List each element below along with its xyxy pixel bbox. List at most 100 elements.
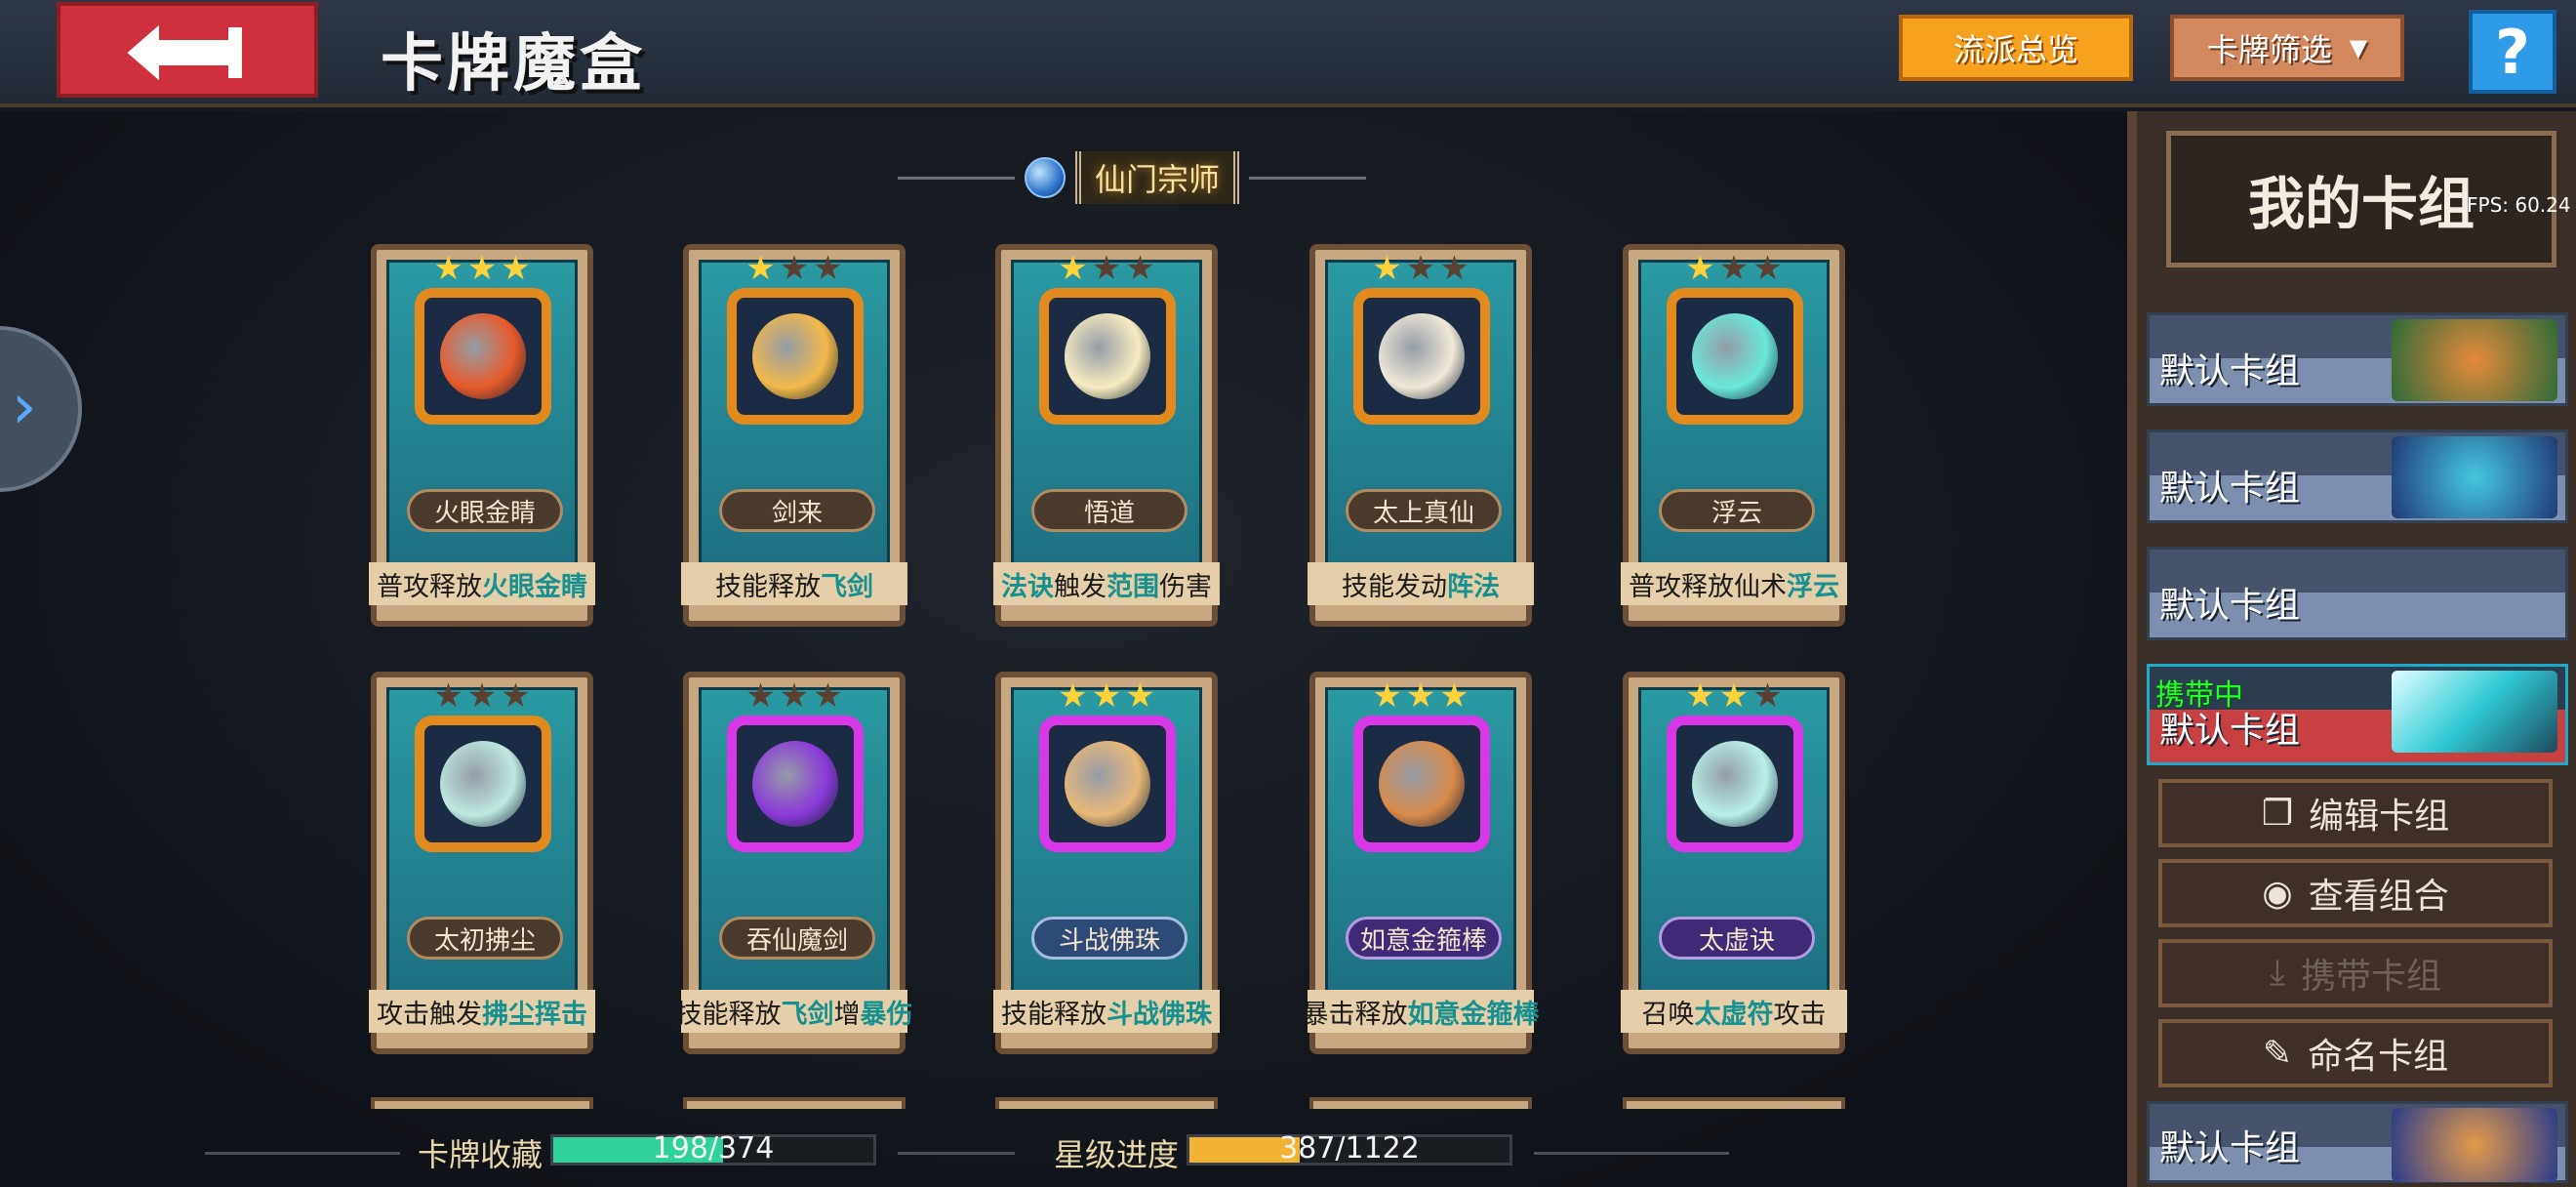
deck-name: 默认卡组: [2159, 1128, 2301, 1168]
card-stars: ★ ★ ★: [389, 676, 575, 716]
top-bar: 卡牌魔盒 流派总览 卡牌筛选 ▼ ?: [0, 0, 2576, 107]
deck-slot-2[interactable]: 默认卡组: [2147, 430, 2568, 523]
card-face: ★ ★ ★ 悟道: [1011, 249, 1202, 582]
star-icon: ★: [1372, 249, 1402, 288]
back-arrow-icon: [127, 24, 242, 81]
carry-deck-button[interactable]: ⤓ 携带卡组: [2158, 939, 2553, 1007]
card-art: [752, 741, 838, 827]
deck-slot-4-active[interactable]: 携带中 默认卡组: [2147, 664, 2568, 765]
rename-deck-button[interactable]: ✎ 命名卡组: [2158, 1019, 2553, 1087]
card-stars: ★ ★ ★: [1014, 249, 1199, 288]
star-icon: ★: [813, 249, 843, 288]
card-name: 斗战佛珠: [1031, 917, 1187, 960]
card-face: ★ ★ ★ 太初拂尘: [386, 676, 578, 1009]
eye-icon: ◉: [2262, 873, 2293, 914]
card-item-partial: [1623, 1097, 1845, 1109]
card-stars: ★ ★ ★: [702, 249, 887, 288]
card-item[interactable]: ★ ★ ★ 如意金箍棒 暴击释放 如意金箍棒: [1303, 672, 1540, 1054]
card-description-part: 飞剑: [821, 571, 873, 602]
collection-label: 卡牌收藏: [418, 1136, 543, 1173]
card-face: ★ ★ ★ 如意金箍棒: [1325, 676, 1516, 1009]
card-item[interactable]: ★ ★ ★ 太初拂尘 攻击触发 拂尘挥击: [369, 672, 595, 1054]
page-title: 卡牌魔盒: [381, 28, 646, 101]
card-art-frame: [727, 288, 864, 425]
card-item[interactable]: ★ ★ ★ 浮云 普攻释放仙术 浮云: [1621, 244, 1847, 627]
star-icon: ★: [779, 676, 810, 716]
star-icon: ★: [1718, 249, 1750, 288]
card-description: 攻击触发 拂尘挥击: [369, 990, 595, 1033]
card-art-frame: [1039, 716, 1176, 852]
back-button[interactable]: [57, 2, 318, 98]
deck-thumbnail: [2392, 1108, 2557, 1182]
star-icon: ★: [1718, 676, 1750, 716]
divider: [205, 1152, 400, 1155]
pencil-icon: ✎: [2262, 1033, 2293, 1074]
card-item[interactable]: ★ ★ ★ 斗战佛珠 技能释放 斗战佛珠: [993, 672, 1220, 1054]
overview-button[interactable]: 流派总览: [1899, 15, 2133, 81]
orb-icon: [1024, 157, 1066, 198]
card-item[interactable]: ★ ★ ★ 火眼金睛 普攻释放 火眼金睛: [369, 244, 595, 627]
card-description-part: 技能发动: [1342, 571, 1447, 602]
star-progress-label: 星级进度: [1054, 1136, 1180, 1173]
question-icon: ?: [2495, 16, 2530, 88]
card-name: 太上真仙: [1346, 489, 1502, 532]
card-art-frame: [1667, 716, 1803, 852]
card-item[interactable]: ★ ★ ★ 吞仙魔剑 技能释放 飞剑增暴伤: [676, 672, 913, 1054]
deck-slot-5[interactable]: 默认卡组: [2147, 1101, 2568, 1183]
collection-progress: 198/374: [550, 1131, 876, 1166]
star-icon: ★: [1439, 676, 1469, 716]
card-item[interactable]: ★ ★ ★ 太上真仙 技能发动 阵法: [1308, 244, 1534, 627]
star-count: 387/1122: [1279, 1131, 1420, 1166]
star-icon: ★: [466, 676, 498, 716]
deck-slot-1[interactable]: 默认卡组: [2147, 312, 2568, 406]
star-icon: ★: [1752, 676, 1783, 716]
star-icon: ★: [779, 249, 810, 288]
card-description-part: 火眼金睛: [482, 571, 587, 602]
card-stars: ★ ★ ★: [702, 676, 887, 716]
card-name: 悟道: [1031, 489, 1187, 532]
card-description-part: 普攻释放仙术: [1629, 571, 1787, 602]
card-description-part: 技能释放: [715, 571, 821, 602]
card-item-partial: [995, 1097, 1218, 1109]
card-item[interactable]: ★ ★ ★ 悟道 法诀 触发 范围 伤害: [993, 244, 1220, 627]
card-art-frame: [1039, 288, 1176, 425]
card-description-part: 范围: [1107, 571, 1159, 602]
side-expand-button[interactable]: ›: [0, 326, 82, 492]
deck-slot-3[interactable]: 默认卡组: [2147, 547, 2568, 640]
card-description-part: 飞剑: [781, 999, 834, 1030]
edit-deck-button[interactable]: ❐ 编辑卡组: [2158, 779, 2553, 847]
star-icon: ★: [1091, 249, 1122, 288]
star-icon: ★: [1405, 249, 1436, 288]
card-description: 普攻释放 火眼金睛: [369, 562, 595, 605]
card-description: 技能释放 飞剑: [681, 562, 907, 605]
divider: [898, 1152, 1015, 1155]
card-art: [752, 313, 838, 399]
card-art: [1692, 741, 1778, 827]
divider: [897, 176, 1015, 180]
star-icon: ★: [1058, 676, 1088, 716]
star-icon: ★: [433, 676, 463, 716]
card-item-partial: [371, 1097, 593, 1109]
star-progress: 387/1122: [1187, 1131, 1512, 1166]
card-art-frame: [1667, 288, 1803, 425]
view-combo-button[interactable]: ◉ 查看组合: [2158, 859, 2553, 927]
card-description-part: 攻击: [1773, 999, 1827, 1030]
star-icon: ★: [1685, 249, 1715, 288]
card-item[interactable]: ★ ★ ★ 太虚诀 召唤 太虚符 攻击: [1621, 672, 1847, 1054]
deck-name: 默认卡组: [2159, 586, 2301, 626]
card-item[interactable]: ★ ★ ★ 剑来 技能释放 飞剑: [681, 244, 907, 627]
card-filter-button[interactable]: 卡牌筛选 ▼: [2170, 15, 2404, 81]
section-header: 仙门宗师: [859, 146, 1405, 209]
card-description: 普攻释放仙术 浮云: [1621, 562, 1847, 605]
card-description: 暴击释放 如意金箍棒: [1303, 990, 1540, 1033]
card-art-frame: [1353, 288, 1490, 425]
card-description: 技能发动 阵法: [1308, 562, 1534, 605]
star-icon: ★: [1058, 249, 1088, 288]
card-stars: ★ ★ ★: [1641, 249, 1827, 288]
card-description-part: 浮云: [1787, 571, 1839, 602]
help-button[interactable]: ?: [2469, 10, 2556, 94]
card-face: ★ ★ ★ 斗战佛珠: [1011, 676, 1202, 1009]
star-icon: ★: [466, 249, 498, 288]
card-stars: ★ ★ ★: [1014, 676, 1199, 716]
divider: [1249, 176, 1366, 180]
